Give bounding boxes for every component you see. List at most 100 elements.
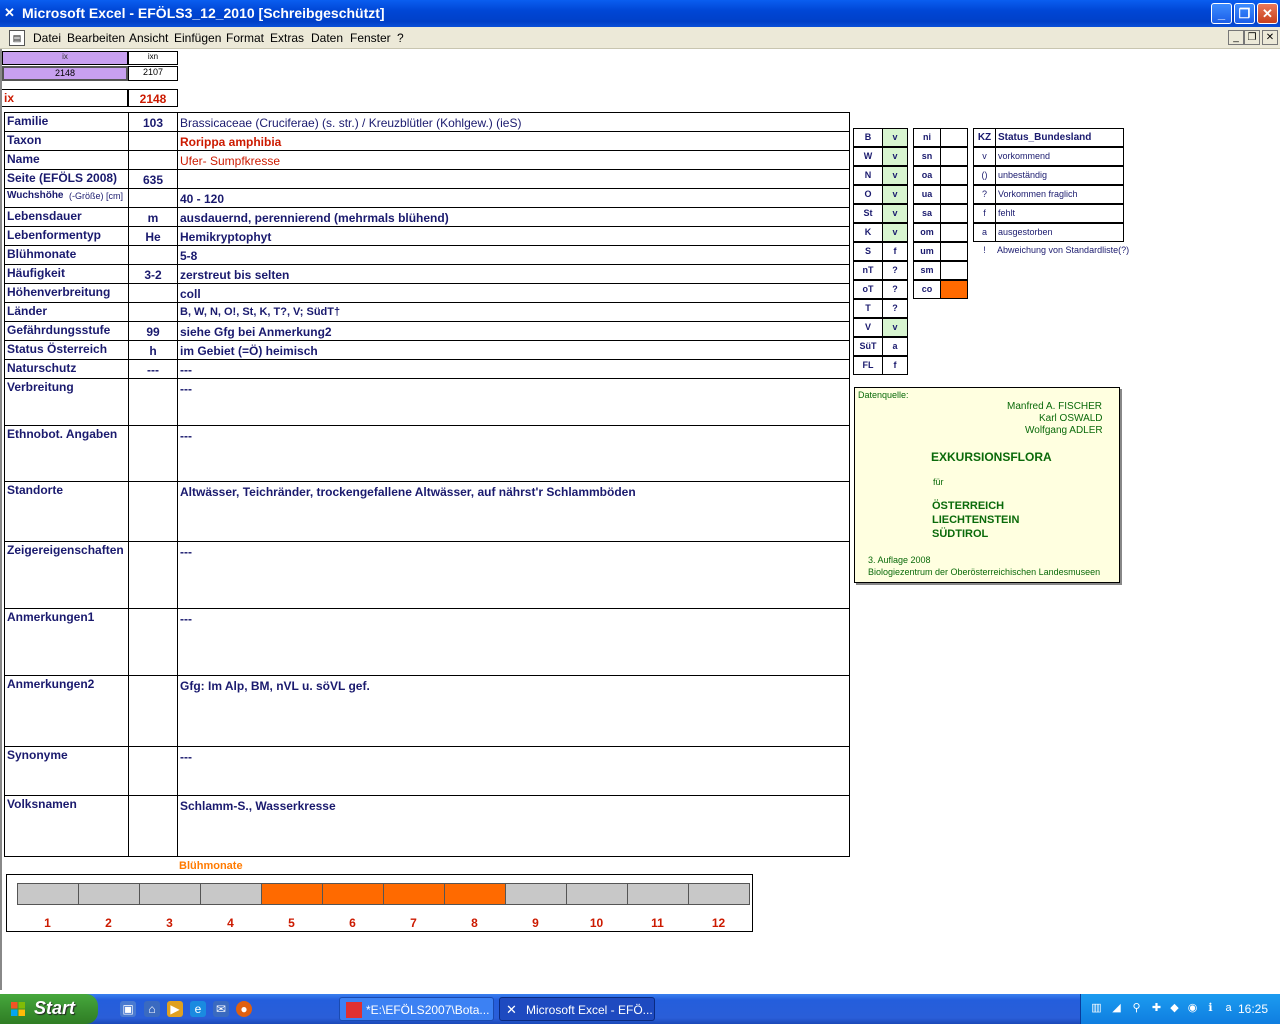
menu-extras[interactable]: Extras [270, 31, 304, 45]
row-value-cell[interactable]: Ufer- Sumpfkresse [178, 151, 850, 169]
state-code-cell[interactable]: T [853, 299, 883, 318]
row-value-cell[interactable]: B, W, N, O!, St, K, T?, V; SüdT† [178, 303, 850, 321]
state-status-cell[interactable]: v [882, 223, 908, 242]
row-label-cell[interactable]: Anmerkungen1 [4, 609, 129, 675]
row-code-cell[interactable]: 99 [129, 322, 178, 340]
state-code-cell[interactable]: oT [853, 280, 883, 299]
state-code-cell[interactable]: S [853, 242, 883, 261]
altitude-code-cell[interactable]: sa [913, 204, 941, 223]
row-value-cell[interactable]: --- [178, 609, 850, 675]
row-code-cell[interactable] [129, 246, 178, 264]
menu-einfuegen[interactable]: Einfügen [174, 31, 221, 45]
ixn-value-cell[interactable]: 2107 [128, 66, 178, 81]
row-label-cell[interactable]: Zeigereigenschaften [4, 542, 129, 608]
state-code-cell[interactable]: N [853, 166, 883, 185]
row-code-cell[interactable]: --- [129, 360, 178, 378]
row-label-cell[interactable]: Höhenverbreitung [4, 284, 129, 302]
row-value-cell[interactable]: --- [178, 542, 850, 608]
altitude-code-cell[interactable]: sn [913, 147, 941, 166]
row-value-cell[interactable]: Rorippa amphibia [178, 132, 850, 150]
row-label-cell[interactable]: Ethnobot. Angaben [4, 426, 129, 481]
row-label-cell[interactable]: Anmerkungen2 [4, 676, 129, 746]
row-label-cell[interactable]: Status Österreich [4, 341, 129, 359]
row-code-cell[interactable]: m [129, 208, 178, 226]
ix-header-cell[interactable]: ix [2, 51, 128, 65]
altitude-mark-cell[interactable] [940, 204, 968, 223]
row-value-cell[interactable]: --- [178, 747, 850, 795]
row-label-cell[interactable]: Lebensdauer [4, 208, 129, 226]
state-status-cell[interactable]: v [882, 185, 908, 204]
row-label-cell[interactable]: Lebenformentyp [4, 227, 129, 245]
altitude-mark-cell[interactable] [940, 223, 968, 242]
altitude-code-cell[interactable]: co [913, 280, 941, 299]
row-value-cell[interactable]: Gfg: Im Alp, BM, nVL u. söVL gef. [178, 676, 850, 746]
row-code-cell[interactable] [129, 542, 178, 608]
row-code-cell[interactable] [129, 609, 178, 675]
altitude-mark-cell[interactable] [940, 166, 968, 185]
quicklaunch-ie-icon[interactable]: e [190, 1001, 206, 1017]
ix-number-cell[interactable]: 2148 [128, 89, 178, 107]
restore-button[interactable]: ❐ [1234, 3, 1255, 24]
ix-label-cell[interactable]: ix [2, 89, 128, 107]
row-value-cell[interactable]: Hemikryptophyt [178, 227, 850, 245]
row-label-cell[interactable]: Name [4, 151, 129, 169]
search-icon[interactable]: ⚲ [1129, 1001, 1144, 1016]
row-code-cell[interactable]: 635 [129, 170, 178, 188]
menu-help[interactable]: ? [397, 31, 404, 45]
row-label-cell[interactable]: Volksnamen [4, 796, 129, 856]
quicklaunch-firefox-icon[interactable]: ● [236, 1001, 252, 1017]
row-value-cell[interactable] [178, 170, 850, 188]
row-label-cell[interactable]: Länder [4, 303, 129, 321]
row-code-cell[interactable] [129, 189, 178, 207]
row-value-cell[interactable]: 40 - 120 [178, 189, 850, 207]
state-code-cell[interactable]: SüT [853, 337, 883, 356]
row-label-cell[interactable]: Naturschutz [4, 360, 129, 378]
row-value-cell[interactable]: Brassicaceae (Cruciferae) (s. str.) / Kr… [178, 113, 850, 131]
row-code-cell[interactable] [129, 303, 178, 321]
state-status-cell[interactable]: f [882, 356, 908, 375]
row-value-cell[interactable]: im Gebiet (=Ö) heimisch [178, 341, 850, 359]
row-code-cell[interactable]: h [129, 341, 178, 359]
shield-icon[interactable]: ◆ [1167, 1001, 1182, 1016]
state-code-cell[interactable]: K [853, 223, 883, 242]
doc-minimize-button[interactable]: _ [1228, 30, 1244, 45]
minimize-button[interactable]: _ [1211, 3, 1232, 24]
menu-format[interactable]: Format [226, 31, 264, 45]
altitude-code-cell[interactable]: ni [913, 128, 941, 147]
state-status-cell[interactable]: ? [882, 261, 908, 280]
row-code-cell[interactable] [129, 482, 178, 541]
row-label-cell[interactable]: Häufigkeit [4, 265, 129, 283]
row-label-cell[interactable]: Seite (EFÖLS 2008) [4, 170, 129, 188]
row-code-cell[interactable] [129, 796, 178, 856]
row-value-cell[interactable]: --- [178, 426, 850, 481]
state-code-cell[interactable]: V [853, 318, 883, 337]
quicklaunch-desktop-icon[interactable]: ▣ [120, 1001, 136, 1017]
menu-daten[interactable]: Daten [311, 31, 343, 45]
row-code-cell[interactable] [129, 747, 178, 795]
state-status-cell[interactable]: v [882, 128, 908, 147]
state-code-cell[interactable]: nT [853, 261, 883, 280]
row-label-cell[interactable]: Standorte [4, 482, 129, 541]
row-label-cell[interactable]: Gefährdungsstufe [4, 322, 129, 340]
antivirus-icon[interactable]: a [1221, 1001, 1236, 1016]
altitude-mark-cell[interactable] [940, 280, 968, 299]
quicklaunch-network-icon[interactable]: ⌂ [144, 1001, 160, 1017]
altitude-code-cell[interactable]: ua [913, 185, 941, 204]
row-label-cell[interactable]: Familie [4, 113, 129, 131]
altitude-code-cell[interactable]: um [913, 242, 941, 261]
row-code-cell[interactable]: 103 [129, 113, 178, 131]
menu-datei[interactable]: Datei [33, 31, 61, 45]
row-label-cell[interactable]: Blühmonate [4, 246, 129, 264]
row-value-cell[interactable]: coll [178, 284, 850, 302]
update-icon[interactable]: ◉ [1185, 1001, 1200, 1016]
state-status-cell[interactable]: v [882, 318, 908, 337]
row-code-cell[interactable] [129, 676, 178, 746]
altitude-mark-cell[interactable] [940, 242, 968, 261]
row-value-cell[interactable]: zerstreut bis selten [178, 265, 850, 283]
menu-fenster[interactable]: Fenster [350, 31, 391, 45]
doc-restore-button[interactable]: ❐ [1244, 30, 1260, 45]
task-excel[interactable]: ✕ Microsoft Excel - EFÖ... [499, 997, 655, 1021]
doc-close-button[interactable]: ✕ [1262, 30, 1278, 45]
menu-bearbeiten[interactable]: Bearbeiten [67, 31, 125, 45]
state-status-cell[interactable]: v [882, 204, 908, 223]
